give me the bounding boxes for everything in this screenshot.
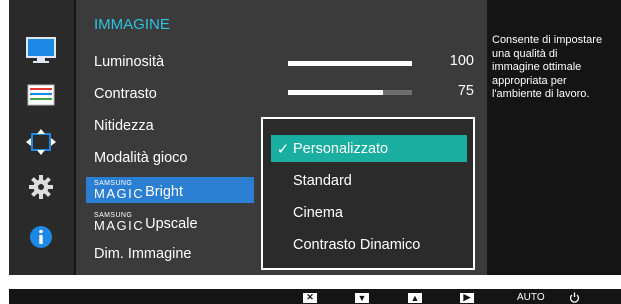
menu-item-suffix: Upscale: [145, 215, 198, 232]
magic-bright-dropdown: ✓ Personalizzato Standard Cinema Contras…: [261, 117, 475, 270]
key-guide-bar: ✕ ▼ ▲ ▶ AUTO: [9, 289, 621, 304]
menu-item-luminosita[interactable]: Luminosità: [86, 49, 254, 75]
luminosita-value: 100: [449, 53, 474, 69]
contrasto-slider-fill: [288, 90, 384, 95]
option-contrasto-dinamico[interactable]: Contrasto Dinamico: [271, 231, 467, 258]
brand-main: MAGIC: [94, 218, 145, 233]
menu-item-suffix: Bright: [145, 183, 184, 200]
magic-upscale-label: SAMSUNG MAGIC Upscale: [94, 212, 198, 232]
help-line: immagine ottimale: [492, 61, 582, 73]
option-standard[interactable]: Standard: [271, 167, 467, 194]
option-personalizzato[interactable]: ✓ Personalizzato: [271, 135, 467, 162]
menu-item-label: Contrasto: [94, 86, 157, 102]
help-line: Consente di impostare: [492, 34, 603, 46]
menu-item-magic-upscale[interactable]: SAMSUNG MAGIC Upscale: [86, 209, 254, 235]
option-label: Cinema: [293, 204, 343, 221]
info-icon[interactable]: [23, 222, 59, 252]
help-description: Consente di impostare una qualità di imm…: [492, 34, 621, 102]
category-sidebar: [9, 0, 74, 275]
menu-item-label: Luminosità: [94, 54, 165, 70]
monitor-icon[interactable]: [23, 36, 59, 66]
menu-item-modalita-gioco[interactable]: Modalità gioco: [86, 145, 254, 171]
help-line: appropriata per: [492, 74, 567, 87]
option-label: Personalizzato: [293, 140, 389, 157]
menu-item-contrasto[interactable]: Contrasto: [86, 81, 254, 107]
contrasto-slider[interactable]: [288, 90, 412, 95]
menu-item-label: Dim. Immagine: [94, 246, 192, 262]
menu-item-label: Nitidezza: [94, 118, 154, 134]
option-label: Contrasto Dinamico: [293, 236, 421, 253]
osd-window: IMMAGINE Luminosità 100 Contrasto 75 Nit…: [9, 0, 621, 275]
menu-title: IMMAGINE: [94, 16, 170, 33]
brand-main: MAGIC: [94, 186, 145, 201]
help-line: l'ambiente di lavoro.: [492, 88, 590, 100]
menu-item-label: Modalità gioco: [94, 150, 188, 166]
option-cinema[interactable]: Cinema: [271, 199, 467, 226]
settings-panel-icon[interactable]: [23, 80, 59, 110]
power-icon[interactable]: [569, 292, 580, 303]
resize-arrows-icon[interactable]: [23, 127, 59, 157]
help-line: una qualità di: [492, 47, 558, 60]
option-label: Standard: [293, 172, 352, 189]
magic-bright-label: SAMSUNG MAGIC Bright: [94, 180, 183, 200]
close-icon[interactable]: ✕: [303, 292, 317, 303]
up-arrow-icon[interactable]: ▲: [408, 292, 422, 303]
menu-item-nitidezza[interactable]: Nitidezza: [86, 113, 254, 139]
gear-icon[interactable]: [23, 172, 59, 202]
luminosita-slider[interactable]: [288, 61, 412, 66]
auto-button[interactable]: AUTO: [517, 292, 545, 303]
check-icon: ✓: [276, 140, 290, 158]
down-arrow-icon[interactable]: ▼: [355, 292, 369, 303]
luminosita-slider-fill: [288, 61, 412, 66]
contrasto-value: 75: [457, 83, 474, 99]
right-arrow-icon[interactable]: ▶: [460, 292, 474, 303]
menu-item-magic-bright[interactable]: SAMSUNG MAGIC Bright: [86, 177, 254, 203]
menu-item-dim-immagine[interactable]: Dim. Immagine: [86, 241, 254, 267]
